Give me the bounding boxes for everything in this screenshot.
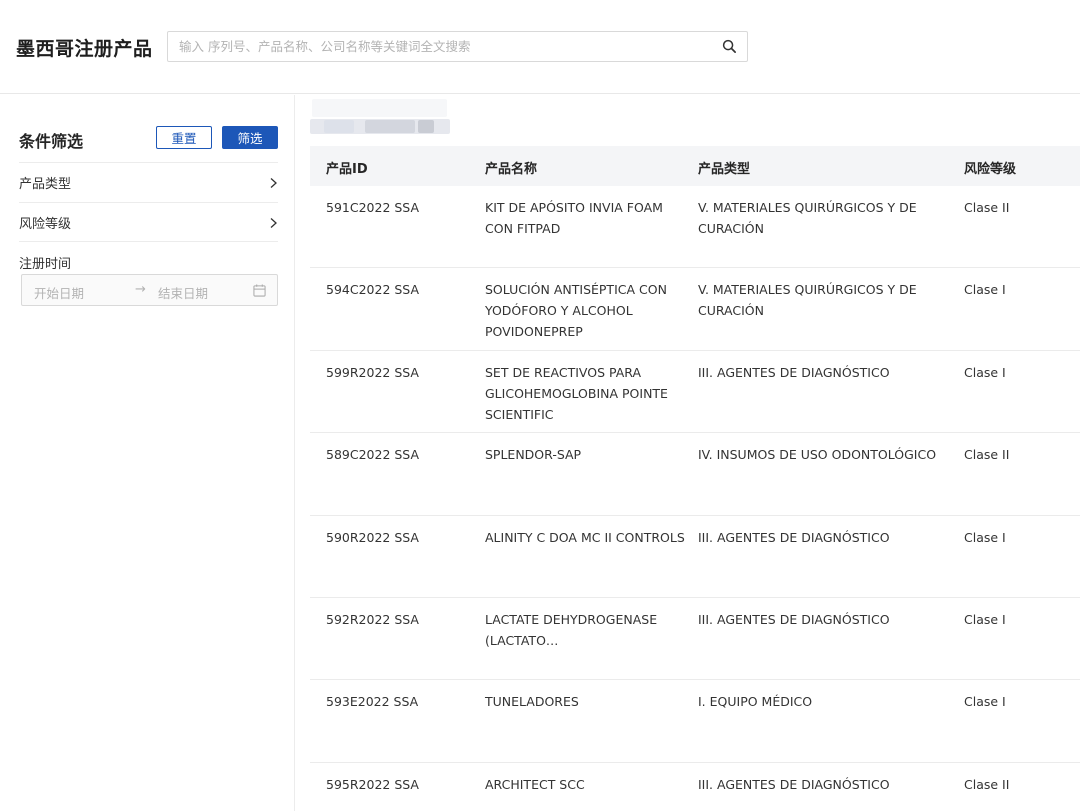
cell-product-type: I. EQUIPO MÉDICO — [698, 694, 813, 710]
cell-risk-level: Clase I — [964, 694, 1006, 710]
cell-product-type: V. MATERIALES QUIRÚRGICOS Y DE CURACIÓN — [698, 200, 917, 236]
page-header: 墨西哥注册产品 — [0, 0, 1080, 94]
table-row[interactable]: 589C2022 SSA SPLENDOR-SAP IV. INSUMOS DE U… — [310, 433, 1080, 516]
table-row[interactable]: 593E2022 SSA TUNELADORES I. EQUIPO MÉDICO C… — [310, 680, 1080, 763]
cell-product-id: 593E2022 SSA — [326, 694, 419, 710]
cell-product-name[interactable]: LACTATE DEHYDROGENASE (LACTATO… — [485, 609, 685, 651]
cell-product-id: 589C2022 SSA — [326, 447, 420, 463]
cell-product-type: III. AGENTES DE DIAGNÓSTICO — [698, 364, 890, 380]
filter-risk-level-label: 风险等级 — [19, 217, 72, 232]
filter-risk-level[interactable]: 风险等级 — [19, 202, 278, 242]
cell-risk-level: Clase I — [964, 611, 1006, 627]
cell-product-name[interactable]: ARCHITECT SCC — [485, 774, 685, 795]
result-count-blurred — [310, 99, 450, 135]
cell-product-id: 592R2022 SSA — [326, 611, 419, 627]
cell-product-id: 599R2022 SSA — [326, 364, 419, 380]
date-start-input[interactable]: 开始日期 — [34, 283, 84, 302]
reset-button[interactable]: 重置 — [156, 126, 212, 149]
cell-product-type: III. AGENTES DE DIAGNÓSTICO — [698, 529, 890, 545]
search-icon[interactable] — [722, 39, 737, 54]
column-header-name[interactable]: 产品名称 — [485, 158, 537, 177]
cell-product-name[interactable]: SET DE REACTIVOS PARA GLICOHEMOGLOBINA P… — [485, 362, 685, 425]
search-box[interactable] — [167, 31, 748, 62]
table-row[interactable]: 592R2022 SSA LACTATE DEHYDROGENASE (LACTA… — [310, 598, 1080, 681]
blur-block — [324, 120, 354, 133]
reg-time-label: 注册时间 — [19, 257, 72, 272]
cell-product-type: V. MATERIALES QUIRÚRGICOS Y DE CURACIÓN — [698, 282, 917, 319]
cell-product-id: 594C2022 SSA — [326, 282, 420, 298]
blur-block — [418, 120, 434, 133]
date-end-input[interactable]: 结束日期 — [158, 283, 208, 302]
cell-product-name[interactable]: SOLUCIÓN ANTISÉPTICA CON YODÓFORO Y ALCO… — [485, 279, 685, 342]
table-row[interactable]: 590R2022 SSA ALINITY C DOA MC II CONTROLS… — [310, 516, 1080, 598]
chevron-right-icon — [270, 177, 277, 188]
filter-product-type[interactable]: 产品类型 — [19, 162, 278, 202]
table-row[interactable]: 594C2022 SSA SOLUCIÓN ANTISÉPTICA CON YOD… — [310, 268, 1080, 351]
results-table: 产品ID 产品名称 产品类型 风险等级 591C2022 SSA KIT DE A… — [310, 146, 1080, 811]
cell-product-id: 590R2022 SSA — [326, 529, 419, 545]
arrow-right-icon: → — [135, 282, 146, 297]
table-body: 591C2022 SSA KIT DE APÓSITO INVIA FOAM CO… — [310, 186, 1080, 811]
filter-title: 条件筛选 — [19, 132, 84, 151]
cell-product-type: III. AGENTES DE DIAGNÓSTICO — [698, 776, 890, 792]
cell-product-type: IV. INSUMOS DE USO ODONTOLÓGICO — [698, 447, 937, 463]
table-row[interactable]: 599R2022 SSA SET DE REACTIVOS PARA GLICOH… — [310, 351, 1080, 434]
table-row[interactable]: 591C2022 SSA KIT DE APÓSITO INVIA FOAM CO… — [310, 186, 1080, 269]
cell-risk-level: Clase II — [964, 447, 1010, 463]
cell-risk-level: Clase I — [964, 529, 1006, 545]
chevron-right-icon — [270, 217, 277, 228]
page-title: 墨西哥注册产品 — [16, 38, 153, 60]
date-range-picker[interactable]: 开始日期 → 结束日期 — [21, 274, 278, 306]
cell-product-id: 595R2022 SSA — [326, 776, 419, 792]
cell-risk-level: Clase II — [964, 776, 1010, 792]
cell-product-id: 591C2022 SSA — [326, 200, 420, 215]
filter-sidebar: 条件筛选 重置 筛选 产品类型 风险等级 注册时间 开始日期 → 结束日期 — [0, 95, 295, 811]
search-input[interactable] — [168, 32, 708, 61]
cell-product-name[interactable]: KIT DE APÓSITO INVIA FOAM CON FITPAD — [485, 197, 685, 239]
cell-product-name[interactable]: TUNELADORES — [485, 691, 685, 712]
cell-product-type: III. AGENTES DE DIAGNÓSTICO — [698, 611, 890, 627]
filter-product-type-label: 产品类型 — [19, 177, 72, 192]
column-header-risk[interactable]: 风险等级 — [964, 158, 1016, 177]
cell-risk-level: Clase II — [964, 200, 1010, 215]
cell-risk-level: Clase I — [964, 282, 1006, 298]
table-header: 产品ID 产品名称 产品类型 风险等级 — [310, 146, 1080, 186]
divider — [19, 241, 278, 242]
column-header-id[interactable]: 产品ID — [326, 158, 368, 177]
calendar-icon[interactable] — [253, 284, 266, 297]
blur-block — [312, 99, 447, 117]
column-header-type[interactable]: 产品类型 — [698, 158, 750, 177]
table-row[interactable]: 595R2022 SSA ARCHITECT SCC III. AGENTES DE… — [310, 763, 1080, 811]
cell-product-name[interactable]: ALINITY C DOA MC II CONTROLS — [485, 527, 685, 548]
blur-block — [365, 120, 415, 133]
cell-risk-level: Clase I — [964, 364, 1006, 380]
cell-product-name[interactable]: SPLENDOR-SAP — [485, 444, 685, 465]
filter-button[interactable]: 筛选 — [222, 126, 278, 149]
